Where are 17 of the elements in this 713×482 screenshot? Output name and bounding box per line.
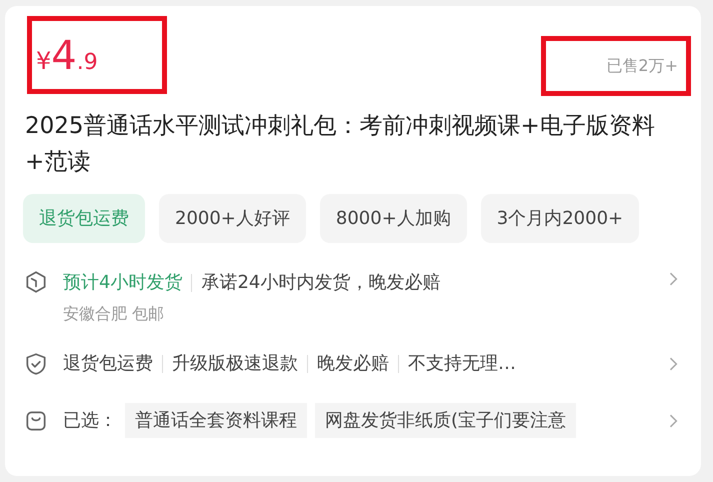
shipping-estimate: 预计4小时发货 [63,271,182,295]
service-item: 升级版极速退款 [172,352,298,376]
tag: 2000+人好评 [159,194,306,243]
shipping-origin: 安徽合肥 包邮 [63,303,166,325]
tag: 退货包运费 [23,194,145,243]
price: ¥4.9 [36,36,98,79]
selected-option[interactable]: 普通话全套资料课程 [125,403,307,438]
service-item: 不支持无理… [408,352,516,376]
sold-count: 已售2万+ [606,55,678,77]
selected-option[interactable]: 网盘发货非纸质(宝子们要注意 [315,403,576,438]
shipping-promise: 承诺24小时内发货，晚发必赔 [201,271,440,295]
service-item: 退货包运费 [63,352,153,376]
tag: 8000+人加购 [320,194,467,243]
service-item: 晚发必赔 [317,352,389,376]
product-title: 2025普通话水平测试冲刺礼包：考前冲刺视频课+电子版资料+范读 [25,112,656,177]
selection-label: 已选： [63,409,117,433]
tag: 3个月内2000+ [480,194,640,243]
